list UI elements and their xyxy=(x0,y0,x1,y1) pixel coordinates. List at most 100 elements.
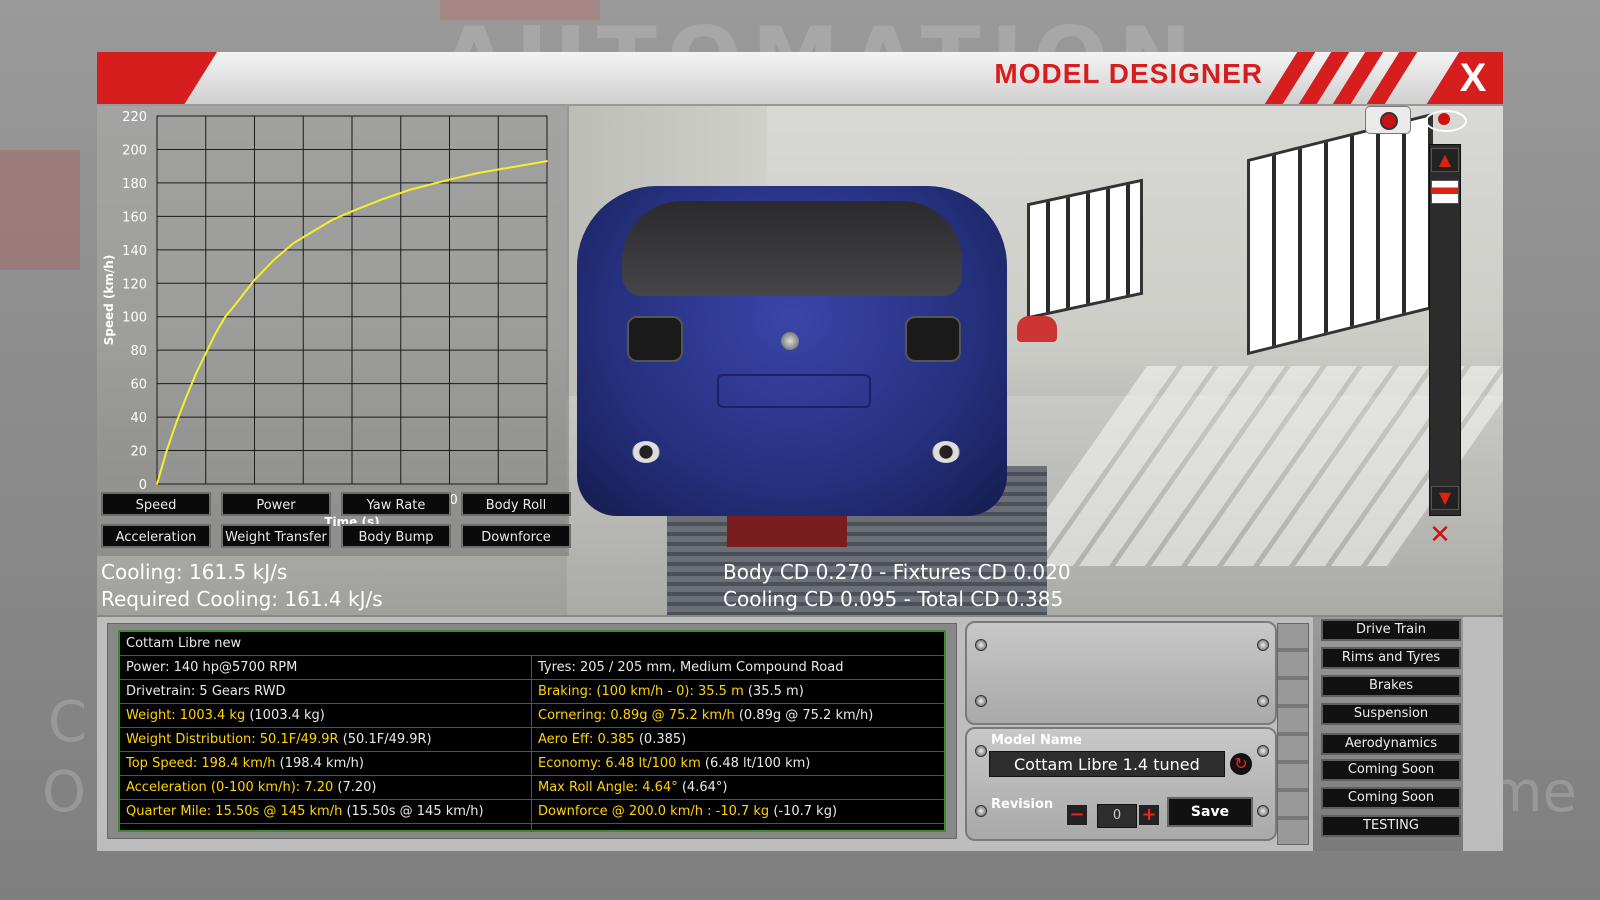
chart-btn-yaw-rate[interactable]: Yaw Rate xyxy=(341,492,451,516)
stat-reference-value: (198.4 km/h) xyxy=(275,756,364,771)
title-bar: MODEL DESIGNER X xyxy=(97,52,1503,106)
stat-cell-left: Weight: 1003.4 kg (1003.4 kg) xyxy=(126,704,325,727)
nav-drive-train[interactable]: Drive Train xyxy=(1321,619,1461,641)
model-name-label: Model Name xyxy=(991,733,1082,748)
nav-suspension[interactable]: Suspension xyxy=(1321,703,1461,725)
stat-cell-right: Braking: (100 km/h - 0): 35.5 m (35.5 m) xyxy=(538,680,804,703)
chart-btn-speed[interactable]: Speed xyxy=(101,492,211,516)
revision-minus-button[interactable]: − xyxy=(1067,805,1087,825)
nav-rims-and-tyres[interactable]: Rims and Tyres xyxy=(1321,647,1461,669)
speed-data-point xyxy=(331,218,334,221)
y-tick-label: 220 xyxy=(122,110,147,125)
car-plate-area xyxy=(717,374,871,408)
scroll-up-icon[interactable]: ▲ xyxy=(1431,148,1459,172)
chart-btn-weight-transfer[interactable]: Weight Transfer xyxy=(221,524,331,548)
nav-coming-soon-2[interactable]: Coming Soon xyxy=(1321,787,1461,809)
y-tick-label: 100 xyxy=(122,311,147,326)
car-badge xyxy=(781,332,799,350)
table-row: Power: 140 hp@5700 RPM Tyres: 205 / 205 m… xyxy=(120,656,944,680)
car-taillight-right xyxy=(905,316,961,362)
stat-label: Downforce @ 200.0 km/h : -10.7 kg xyxy=(538,804,770,819)
body-cd-stat: Body CD 0.270 - Fixtures CD 0.020 xyxy=(723,560,1071,584)
y-tick-label: 0 xyxy=(139,478,147,493)
window-title: MODEL DESIGNER xyxy=(994,58,1263,89)
y-tick-label: 40 xyxy=(130,411,147,426)
stat-reference-value: (6.48 lt/100 km) xyxy=(700,756,811,771)
stat-label: Braking: (100 km/h - 0): 35.5 m xyxy=(538,684,744,699)
y-tick-label: 200 xyxy=(122,143,147,158)
speed-data-point xyxy=(351,210,353,213)
stat-reference-value: (-10.7 kg) xyxy=(769,804,838,819)
nav-coming-soon-1[interactable]: Coming Soon xyxy=(1321,759,1461,781)
blank-plate xyxy=(965,621,1277,725)
reset-name-icon[interactable]: ↻ xyxy=(1230,753,1252,775)
stat-cell-left: Quarter Mile: 15.50s @ 145 km/h (15.50s … xyxy=(126,800,484,823)
nav-testing[interactable]: TESTING xyxy=(1321,815,1461,837)
speed-data-point xyxy=(234,304,236,306)
table-row-model: Cottam Libre new xyxy=(120,632,944,656)
nav-brakes[interactable]: Brakes xyxy=(1321,675,1461,697)
chart-btn-body-bump[interactable]: Body Bump xyxy=(341,524,451,548)
title-stripes xyxy=(1264,52,1441,104)
camera-icon[interactable] xyxy=(1365,106,1411,134)
save-button[interactable]: Save xyxy=(1167,797,1253,827)
table-row: Drivetrain: 5 Gears RWD Braking: (100 km/… xyxy=(120,680,944,704)
chart-btn-acceleration[interactable]: Acceleration xyxy=(101,524,211,548)
speed-data-point xyxy=(195,372,197,375)
speed-data-point xyxy=(165,449,168,452)
speed-data-point xyxy=(507,167,509,169)
stat-cell-left: Weight Distribution: 50.1F/49.9R (50.1F/… xyxy=(126,728,432,751)
y-tick-label: 20 xyxy=(130,445,147,460)
model-stats-table: Cottam Libre new Power: 140 hp@5700 RPM T… xyxy=(118,630,946,832)
chart-btn-body-roll[interactable]: Body Roll xyxy=(461,492,571,516)
stat-cell-right: Aero Eff: 0.385 (0.385) xyxy=(538,728,686,751)
model-title: Cottam Libre new xyxy=(126,636,242,651)
speed-data-point xyxy=(214,332,217,335)
nav-aerodynamics[interactable]: Aerodynamics xyxy=(1321,733,1461,755)
close-button[interactable]: X xyxy=(1453,55,1493,101)
scroll-thumb[interactable] xyxy=(1431,180,1459,204)
car-exhaust-left xyxy=(632,441,660,463)
model-designer-window: MODEL DESIGNER X ▲ ▼ ✕ 01020304002040608… xyxy=(97,52,1503,851)
table-row: Weight Distribution: 50.1F/49.9R (50.1F/… xyxy=(120,728,944,752)
stat-reference-value: (0.385) xyxy=(634,732,687,747)
chart-btn-downforce[interactable]: Downforce xyxy=(461,524,571,548)
stat-label: Weight: 1003.4 kg xyxy=(126,708,246,723)
y-tick-label: 120 xyxy=(122,277,147,292)
background-text-2: O xyxy=(42,760,87,825)
revision-value: 0 xyxy=(1097,804,1137,828)
stat-label: Top Speed: 198.4 km/h xyxy=(126,756,276,771)
speed-data-point xyxy=(224,315,227,318)
car-exhaust-right xyxy=(932,441,960,463)
y-tick-label: 180 xyxy=(122,177,147,192)
revision-plus-button[interactable]: + xyxy=(1139,805,1159,825)
stat-cell-left: Acceleration (0-100 km/h): 7.20 (7.20) xyxy=(126,776,376,799)
stat-label: Quarter Mile: 15.50s @ 145 km/h xyxy=(126,804,343,819)
performance-chart-panel: 010203040020406080100120140160180200220T… xyxy=(97,106,571,556)
reset-view-icon[interactable]: ✕ xyxy=(1419,520,1461,552)
speed-data-point xyxy=(409,188,412,191)
stat-reference-value: (35.5 m) xyxy=(743,684,804,699)
background-car xyxy=(1017,316,1057,342)
y-axis-label: Speed (km/h) xyxy=(102,255,116,346)
scroll-down-icon[interactable]: ▼ xyxy=(1431,486,1459,510)
speed-data-point xyxy=(156,483,158,485)
car-taillight-left xyxy=(627,316,683,362)
stat-cell-right: Tyres: 205 / 205 mm, Medium Compound Roa… xyxy=(538,656,843,679)
y-tick-label: 160 xyxy=(122,210,147,225)
model-name-input[interactable] xyxy=(989,751,1225,777)
table-row: Acceleration (0-100 km/h): 7.20 (7.20) Ma… xyxy=(120,776,944,800)
stat-label: Aero Eff: 0.385 xyxy=(538,732,635,747)
garage-window xyxy=(1027,178,1143,320)
info-frame: Cottam Libre new Power: 140 hp@5700 RPM T… xyxy=(107,623,957,839)
y-tick-label: 60 xyxy=(130,378,147,393)
stat-label: Weight Distribution: 50.1F/49.9R xyxy=(126,732,339,747)
eye-icon[interactable] xyxy=(1423,106,1467,132)
speed-data-point xyxy=(477,172,480,174)
title-red-accent xyxy=(97,52,218,104)
speed-data-point xyxy=(175,421,178,423)
chart-btn-power[interactable]: Power xyxy=(221,492,331,516)
stat-label: Max Roll Angle: 4.64° xyxy=(538,780,678,795)
column-separator xyxy=(531,656,532,832)
speed-data-point xyxy=(380,198,383,201)
